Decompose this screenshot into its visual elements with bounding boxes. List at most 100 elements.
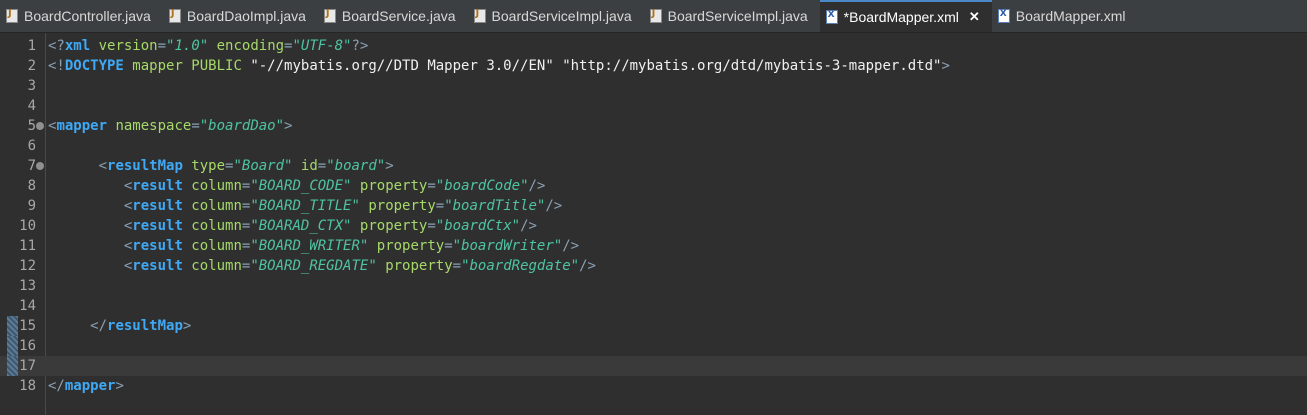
code-token: = <box>317 158 327 174</box>
editor-tab-boarddaoimpl-java[interactable]: BoardDaoImpl.java <box>163 0 318 32</box>
code-line[interactable]: 9 <result column="BOARD_TITLE" property=… <box>0 196 1307 216</box>
code-token: column <box>182 238 242 254</box>
code-line[interactable]: 10 <result column="BOARAD_CTX" property=… <box>0 216 1307 236</box>
fold-toggle-icon[interactable] <box>36 162 44 170</box>
code-token: "boardCtx" <box>435 218 521 234</box>
code-line[interactable]: 13 <box>0 276 1307 296</box>
tab-label: BoardController.java <box>24 8 151 24</box>
code-text: <resultMap type="Board" id="board"> <box>48 156 394 176</box>
code-line[interactable]: 15 </resultMap> <box>0 316 1307 336</box>
line-number: 5 <box>27 118 36 134</box>
line-number: 18 <box>19 378 36 394</box>
code-token: "Board" <box>233 158 293 174</box>
code-text: </mapper> <box>48 376 124 396</box>
code-line[interactable]: 4 <box>0 96 1307 116</box>
code-text: <result column="BOARAD_CTX" property="bo… <box>48 216 537 236</box>
code-token: = <box>157 38 167 54</box>
code-token: version <box>90 38 158 54</box>
code-token: </ <box>90 318 108 334</box>
code-token: property <box>376 258 453 274</box>
code-token: column <box>182 178 242 194</box>
fold-toggle-icon[interactable] <box>36 122 44 130</box>
code-line[interactable]: 1 <?xml version="1.0" encoding="UTF-8"?> <box>0 36 1307 56</box>
code-token: "BOARD_WRITER" <box>250 238 369 254</box>
line-number: 1 <box>27 38 36 54</box>
code-line[interactable]: 2 <!DOCTYPE mapper PUBLIC "-//mybatis.org… <box>0 56 1307 76</box>
code-line[interactable]: 6 <box>0 136 1307 156</box>
code-token: result <box>132 218 183 234</box>
line-number: 4 <box>27 98 36 114</box>
code-token: /> <box>528 178 546 194</box>
editor-tab-boardcontroller-java[interactable]: BoardController.java <box>0 0 163 32</box>
line-number: 15 <box>19 318 36 334</box>
editor-tab-boardserviceimpl-java[interactable]: BoardServiceImpl.java <box>468 0 644 32</box>
code-lines: 1 <?xml version="1.0" encoding="UTF-8"?> 2… <box>0 36 1307 396</box>
tab-label: BoardDaoImpl.java <box>186 8 306 24</box>
code-token: = <box>427 178 436 194</box>
code-token: /> <box>579 258 596 274</box>
code-line[interactable]: 12 <result column="BOARD_REGDATE" proper… <box>0 256 1307 276</box>
code-token: result <box>132 178 183 194</box>
line-number: 17 <box>19 358 36 374</box>
code-token: mapper PUBLIC <box>123 58 251 74</box>
code-token: mapper <box>64 378 116 394</box>
line-number: 11 <box>19 238 36 254</box>
code-line[interactable]: 3 <box>0 76 1307 96</box>
code-token: "boardCode" <box>435 178 529 194</box>
xml-file-icon <box>997 9 1010 23</box>
line-number: 8 <box>27 178 36 194</box>
java-file-icon <box>473 8 486 23</box>
editor-tab-boardmapper-xml[interactable]: *BoardMapper.xml ✕ <box>819 0 992 32</box>
code-line[interactable]: 11 <result column="BOARD_WRITER" propert… <box>0 236 1307 256</box>
code-token: "BOARD_TITLE" <box>250 198 360 214</box>
line-number: 6 <box>27 138 36 154</box>
code-line[interactable]: 7 <resultMap type="Board" id="board"> <box>0 156 1307 176</box>
code-token: encoding <box>208 38 285 54</box>
code-line[interactable]: 17 <box>0 356 1307 376</box>
editor-tab-boardmapper-xml[interactable]: BoardMapper.xml <box>992 0 1138 32</box>
tab-label: BoardServiceImpl.java <box>491 8 632 24</box>
code-token: mapper <box>56 118 108 134</box>
tab-label: *BoardMapper.xml <box>843 9 959 25</box>
code-text: <result column="BOARD_REGDATE" property=… <box>48 256 596 276</box>
line-number: 2 <box>27 58 36 74</box>
code-token: "boardDao" <box>199 118 285 134</box>
code-token: <! <box>48 58 65 74</box>
code-token: = <box>452 258 462 274</box>
line-number: 3 <box>27 78 36 94</box>
line-number: 7 <box>27 158 36 174</box>
tab-label: BoardService.java <box>341 8 456 24</box>
code-line[interactable]: 5 <mapper namespace="boardDao"> <box>0 116 1307 136</box>
code-token: "1.0" <box>166 38 209 54</box>
code-token: </ <box>48 378 65 394</box>
code-text: </resultMap> <box>48 316 191 336</box>
code-token: "boardRegdate" <box>461 258 580 274</box>
code-line[interactable]: 16 <box>0 336 1307 356</box>
code-token: > <box>182 318 192 334</box>
code-editor[interactable]: 1 <?xml version="1.0" encoding="UTF-8"?> 2… <box>0 33 1307 415</box>
code-token: <? <box>48 38 65 54</box>
code-line[interactable]: 18 </mapper> <box>0 376 1307 396</box>
code-token: = <box>444 238 453 254</box>
editor-tab-boardservice-java[interactable]: BoardService.java <box>318 0 468 32</box>
editor-tab-boardserviceimpl-java[interactable]: BoardServiceImpl.java <box>644 0 820 32</box>
code-token: resultMap <box>107 158 183 174</box>
code-line[interactable]: 14 <box>0 296 1307 316</box>
tab-label: BoardMapper.xml <box>1015 8 1126 24</box>
close-tab-icon[interactable]: ✕ <box>969 9 980 25</box>
code-token: result <box>132 258 183 274</box>
code-token: column <box>182 198 242 214</box>
java-file-icon <box>649 8 662 23</box>
code-token: /> <box>545 198 563 214</box>
code-token: "UTF-8" <box>292 38 352 54</box>
code-token: "board" <box>326 158 386 174</box>
code-line[interactable]: 8 <result column="BOARD_CODE" property="… <box>0 176 1307 196</box>
java-file-icon <box>168 8 181 23</box>
code-token: = <box>427 218 436 234</box>
code-text: <result column="BOARD_TITLE" property="b… <box>48 196 562 216</box>
